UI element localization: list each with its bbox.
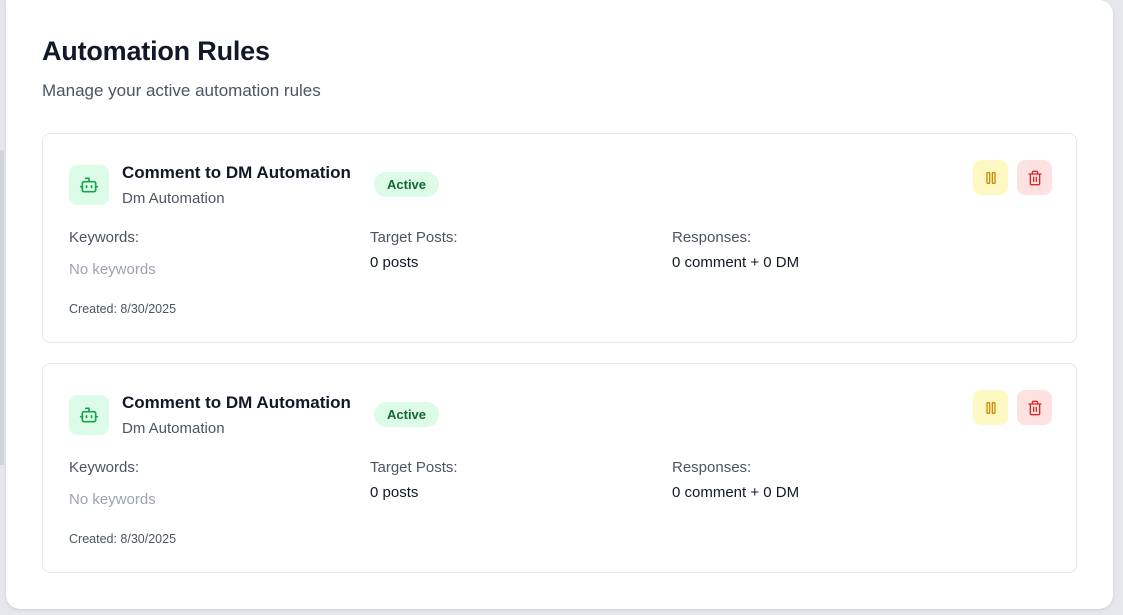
rule-type: Dm Automation bbox=[122, 190, 225, 207]
rule-name: Comment to DM Automation bbox=[122, 393, 351, 412]
rule-name: Comment to DM Automation bbox=[122, 163, 351, 182]
rule-card: Comment to DM Automation Active Dm Autom… bbox=[42, 133, 1077, 343]
background-panel-edge bbox=[0, 150, 4, 465]
status-badge: Active bbox=[374, 172, 440, 197]
pause-icon bbox=[985, 401, 996, 414]
bot-icon bbox=[69, 395, 109, 435]
delete-button[interactable] bbox=[1017, 390, 1052, 425]
responses-value: 0 comment + 0 DM bbox=[672, 254, 800, 271]
page-subtitle: Manage your active automation rules bbox=[42, 81, 321, 100]
automation-rules-panel: Automation Rules Manage your active auto… bbox=[6, 0, 1113, 609]
responses-value: 0 comment + 0 DM bbox=[672, 484, 800, 501]
page-title: Automation Rules bbox=[42, 36, 270, 66]
bot-icon bbox=[69, 165, 109, 205]
rule-type: Dm Automation bbox=[122, 420, 225, 437]
delete-button[interactable] bbox=[1017, 160, 1052, 195]
target-posts-label: Target Posts: bbox=[370, 459, 458, 476]
trash-icon bbox=[1027, 400, 1042, 415]
target-posts-label: Target Posts: bbox=[370, 229, 458, 246]
responses-label: Responses: bbox=[672, 459, 752, 476]
pause-button[interactable] bbox=[973, 160, 1008, 195]
keywords-value: No keywords bbox=[69, 491, 156, 508]
pause-button[interactable] bbox=[973, 390, 1008, 425]
rule-card: Comment to DM Automation Active Dm Autom… bbox=[42, 363, 1077, 573]
pause-icon bbox=[985, 171, 996, 184]
target-posts-value: 0 posts bbox=[370, 254, 419, 271]
status-badge: Active bbox=[374, 402, 440, 427]
keywords-value: No keywords bbox=[69, 261, 156, 278]
created-date: Created: 8/30/2025 bbox=[69, 532, 177, 546]
keywords-label: Keywords: bbox=[69, 459, 140, 476]
created-date: Created: 8/30/2025 bbox=[69, 302, 177, 316]
keywords-label: Keywords: bbox=[69, 229, 140, 246]
target-posts-value: 0 posts bbox=[370, 484, 419, 501]
responses-label: Responses: bbox=[672, 229, 752, 246]
trash-icon bbox=[1027, 170, 1042, 185]
